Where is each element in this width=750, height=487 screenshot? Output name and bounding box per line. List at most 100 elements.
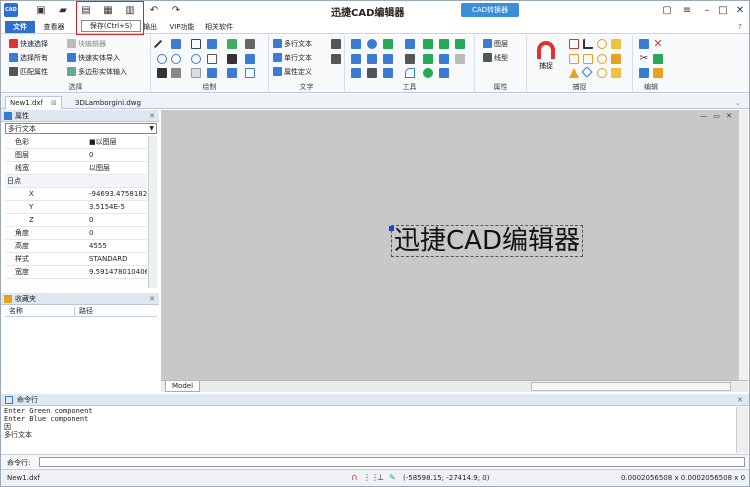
rotate-icon[interactable] xyxy=(367,39,377,49)
extend-icon[interactable] xyxy=(405,54,415,64)
snap-button[interactable]: 捕捉 xyxy=(533,39,559,73)
point-icon[interactable] xyxy=(157,68,167,78)
menu-icon[interactable]: ≡ xyxy=(681,4,693,16)
prop-row-width[interactable]: 宽度 9.5914780104067 xyxy=(5,266,147,279)
pen-icon[interactable] xyxy=(227,54,237,64)
select-edit-icon[interactable] xyxy=(653,68,663,78)
quick-select-button[interactable]: 快速选择 xyxy=(9,38,48,49)
single-text-button[interactable]: 单行文本 xyxy=(273,52,312,63)
scale-icon[interactable] xyxy=(351,54,361,64)
line-icon[interactable] xyxy=(153,39,163,49)
tab-file[interactable]: 文件 xyxy=(5,21,35,33)
cut-icon[interactable]: ✂ xyxy=(639,54,649,64)
polygon-icon[interactable] xyxy=(245,68,255,78)
linetype-button[interactable]: 线型 xyxy=(483,52,508,63)
canvas-window-buttons[interactable]: — ▭ ✕ xyxy=(700,112,734,120)
copy-clip-icon[interactable] xyxy=(653,54,663,64)
prop-row-style[interactable]: 样式 STANDARD xyxy=(5,253,147,266)
minimize-icon[interactable]: – xyxy=(701,4,713,16)
drawing-canvas[interactable]: — ▭ ✕ 迅捷CAD编辑器 xyxy=(161,110,738,380)
snap-toggle-icon[interactable]: ∩ xyxy=(351,473,358,483)
prop-row-x[interactable]: X -94693.47581821 xyxy=(5,188,147,201)
tab-related-software[interactable]: 相关软件 xyxy=(203,21,235,33)
copy-tool-icon[interactable] xyxy=(439,39,449,49)
snap-quadrant-icon[interactable] xyxy=(597,54,607,64)
offset-icon[interactable] xyxy=(455,39,465,49)
clipboard-icon[interactable] xyxy=(639,68,649,78)
prop-row-point-group[interactable]: 日点 xyxy=(5,175,147,188)
stretch-icon[interactable] xyxy=(367,54,377,64)
attribute-def-button[interactable]: 属性定义 xyxy=(273,66,312,77)
panel-pin-icon[interactable]: ✕ xyxy=(149,112,155,120)
canvas-vscrollbar[interactable] xyxy=(738,110,748,380)
trim-icon[interactable] xyxy=(383,54,393,64)
cad-converter-button[interactable]: CAD转换器 xyxy=(461,3,519,17)
wipeout-icon[interactable] xyxy=(191,68,201,78)
delete-icon[interactable]: ✕ xyxy=(653,38,663,49)
command-scrollbar[interactable] xyxy=(736,407,748,453)
lineweight-toggle-icon[interactable]: ✎ xyxy=(389,473,396,482)
mtext-button[interactable]: 多行文本 xyxy=(273,38,312,49)
snap-triangle-icon[interactable] xyxy=(569,68,579,78)
select-all-button[interactable]: 选择所有 xyxy=(9,52,48,63)
align-icon[interactable] xyxy=(405,39,415,49)
block-icon[interactable] xyxy=(245,39,255,49)
match-properties-button[interactable]: 匹配属性 xyxy=(9,66,48,77)
prop-row-z[interactable]: Z0 xyxy=(5,214,147,227)
close-tab-icon[interactable]: ⊠ xyxy=(51,99,57,107)
ellipse-icon[interactable] xyxy=(171,54,181,64)
divide-icon[interactable] xyxy=(439,68,449,78)
tabs-menu-icon[interactable]: ⌄ xyxy=(731,96,745,109)
command-input[interactable] xyxy=(39,457,745,467)
close-icon[interactable]: ✕ xyxy=(734,4,746,16)
snap-perp-icon[interactable] xyxy=(583,39,593,49)
file-tab-lamborgini[interactable]: 3DLamborgini.dwg xyxy=(71,96,145,109)
explode-icon[interactable] xyxy=(351,68,361,78)
region-icon[interactable] xyxy=(207,54,217,64)
mirror-icon[interactable] xyxy=(383,39,393,49)
canvas-hscrollbar[interactable] xyxy=(531,382,731,391)
measure-icon[interactable] xyxy=(423,68,433,78)
redo-icon[interactable]: ↷ xyxy=(169,3,183,17)
new-icon[interactable]: ▣ xyxy=(34,3,48,17)
prop-row-y[interactable]: Y 3.5154E-5 xyxy=(5,201,147,214)
polygon-entity-input-button[interactable]: 多边形实体输入 xyxy=(67,66,127,77)
ortho-toggle-icon[interactable]: ⊥ xyxy=(377,473,384,482)
prop-row-height[interactable]: 高度 4555 xyxy=(5,240,147,253)
feedback-icon[interactable]: ▢ xyxy=(661,4,673,16)
paste-icon[interactable] xyxy=(639,39,649,49)
file-tab-new1[interactable]: New1.dxf ⊠ xyxy=(5,96,62,109)
layer-button[interactable]: 图层 xyxy=(483,38,508,49)
snap-tangent-icon[interactable] xyxy=(611,39,621,49)
help-icon[interactable]: ? xyxy=(734,21,746,33)
grid-icon[interactable] xyxy=(227,68,237,78)
text-style-icon[interactable] xyxy=(331,39,341,49)
snap-diamond-icon[interactable] xyxy=(581,66,593,78)
hatch-icon[interactable] xyxy=(227,39,237,49)
command-close-icon[interactable]: ✕ xyxy=(737,396,743,404)
lengthen-icon[interactable] xyxy=(383,68,393,78)
polyline-icon[interactable] xyxy=(171,39,181,49)
undo-icon[interactable]: ↶ xyxy=(147,3,161,17)
favorites-col-path[interactable]: 路径 xyxy=(75,306,93,316)
circle-icon[interactable] xyxy=(157,54,167,64)
favorites-col-name[interactable]: 名称 xyxy=(5,306,75,316)
break-icon[interactable] xyxy=(455,54,465,64)
curve-icon[interactable] xyxy=(405,68,415,78)
prop-row-lineweight[interactable]: 线宽 以图层 xyxy=(5,162,147,175)
open-folder-icon[interactable]: ▰ xyxy=(56,3,70,17)
snap-near-icon[interactable] xyxy=(597,68,607,78)
snap-mid-icon[interactable] xyxy=(569,54,579,64)
chamfer-icon[interactable] xyxy=(439,54,449,64)
properties-scrollbar[interactable] xyxy=(148,136,157,288)
join-icon[interactable] xyxy=(367,68,377,78)
tab-viewer[interactable]: 查看器 xyxy=(41,21,67,33)
prop-row-layer[interactable]: 图层 0 xyxy=(5,149,147,162)
image-icon[interactable] xyxy=(207,68,217,78)
maximize-icon[interactable]: □ xyxy=(717,4,729,16)
array-icon[interactable] xyxy=(423,39,433,49)
snap-endpoint-icon[interactable] xyxy=(569,39,579,49)
model-tab[interactable]: Model xyxy=(165,381,201,392)
fillet-icon[interactable] xyxy=(423,54,433,64)
quick-entity-import-button[interactable]: 快速实体导入 xyxy=(67,52,120,63)
